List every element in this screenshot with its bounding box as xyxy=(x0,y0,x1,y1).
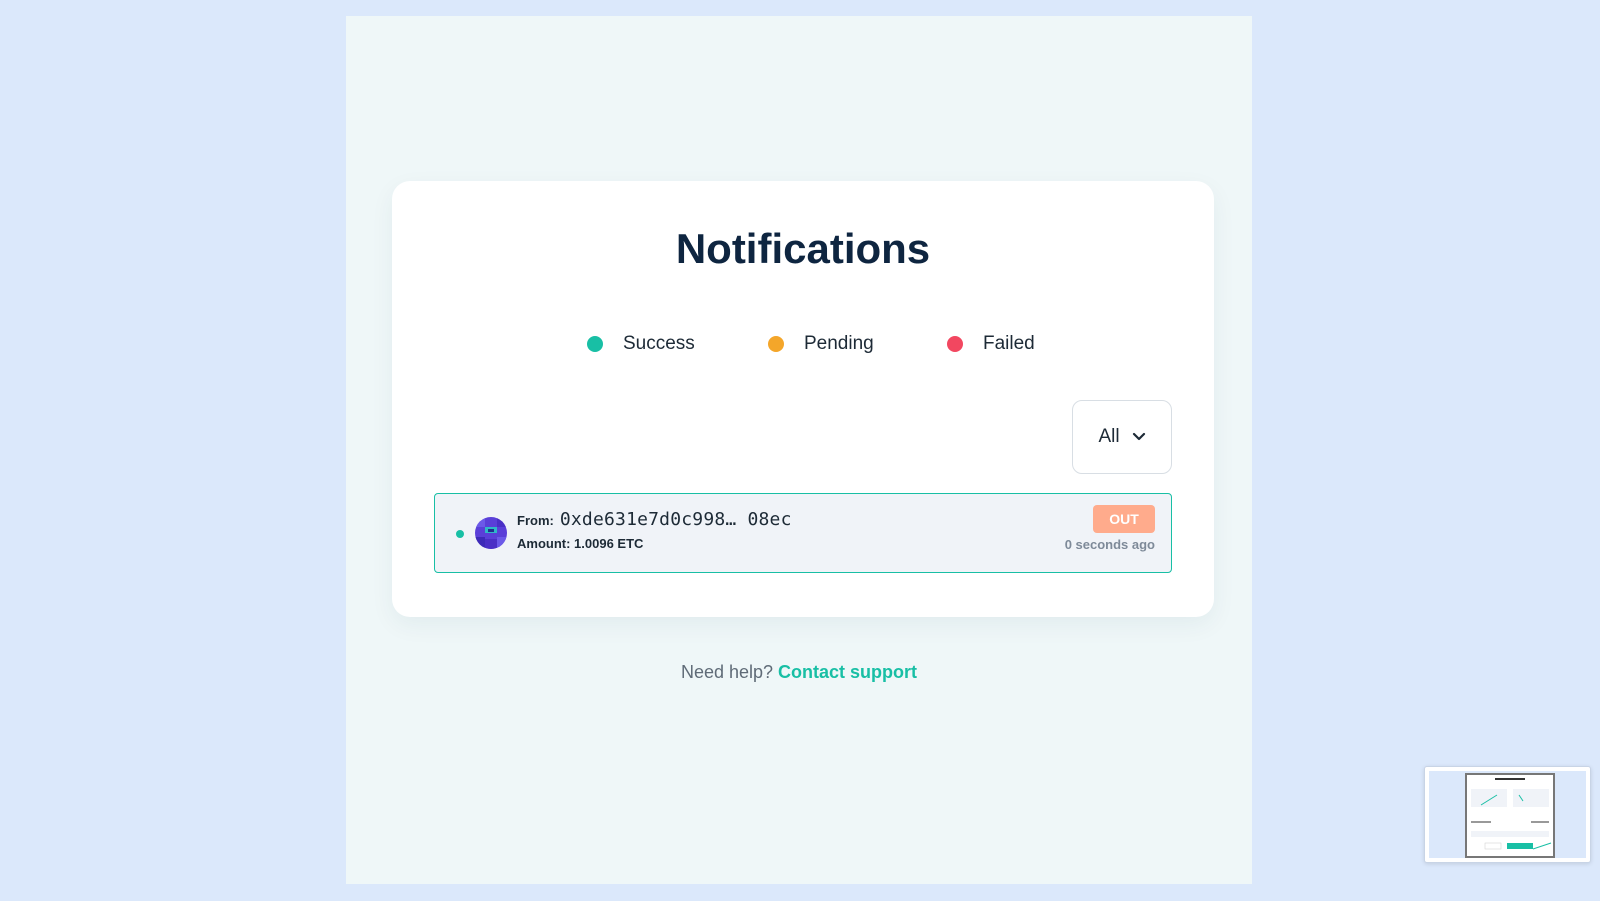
help-footer: Need help? Contact support xyxy=(346,662,1252,683)
success-dot-icon xyxy=(587,336,603,352)
direction-badge: OUT xyxy=(1093,505,1155,533)
minimap-background xyxy=(1429,771,1586,858)
avatar xyxy=(475,517,507,549)
page-title: Notifications xyxy=(675,225,931,272)
legend-item-pending: Pending xyxy=(768,333,874,355)
amount-text: Amount: 1.0096 ETC xyxy=(517,536,644,551)
from-label: From: xyxy=(517,513,554,528)
filter-selected-value: All xyxy=(1098,426,1120,447)
legend-item-success: Success xyxy=(587,333,695,355)
legend-label: Failed xyxy=(983,333,1035,354)
contact-support-link[interactable]: Contact support xyxy=(778,662,917,682)
status-dot-icon xyxy=(456,530,464,538)
sender-line: From: 0xde631e7d0c998… 08ec xyxy=(517,509,792,530)
legend-label: Success xyxy=(623,333,695,354)
status-legend: Success Pending Failed xyxy=(392,333,1214,357)
legend-item-failed: Failed xyxy=(947,333,1035,355)
timestamp: 0 seconds ago xyxy=(1064,537,1155,552)
minimap-page-thumbnail xyxy=(1465,773,1555,858)
notifications-card: Notifications Success Pending Failed All xyxy=(392,181,1214,617)
legend-label: Pending xyxy=(804,333,874,354)
failed-dot-icon xyxy=(947,336,963,352)
chevron-down-icon xyxy=(1132,432,1146,442)
notification-item[interactable]: From: 0xde631e7d0c998… 08ec Amount: 1.00… xyxy=(434,493,1172,573)
pending-dot-icon xyxy=(768,336,784,352)
help-text: Need help? xyxy=(680,662,774,682)
sender-address[interactable]: 0xde631e7d0c998… 08ec xyxy=(560,509,792,530)
page-container: Notifications Success Pending Failed All xyxy=(346,16,1252,884)
filter-dropdown[interactable]: All xyxy=(1072,400,1172,474)
page-minimap[interactable] xyxy=(1424,766,1591,863)
